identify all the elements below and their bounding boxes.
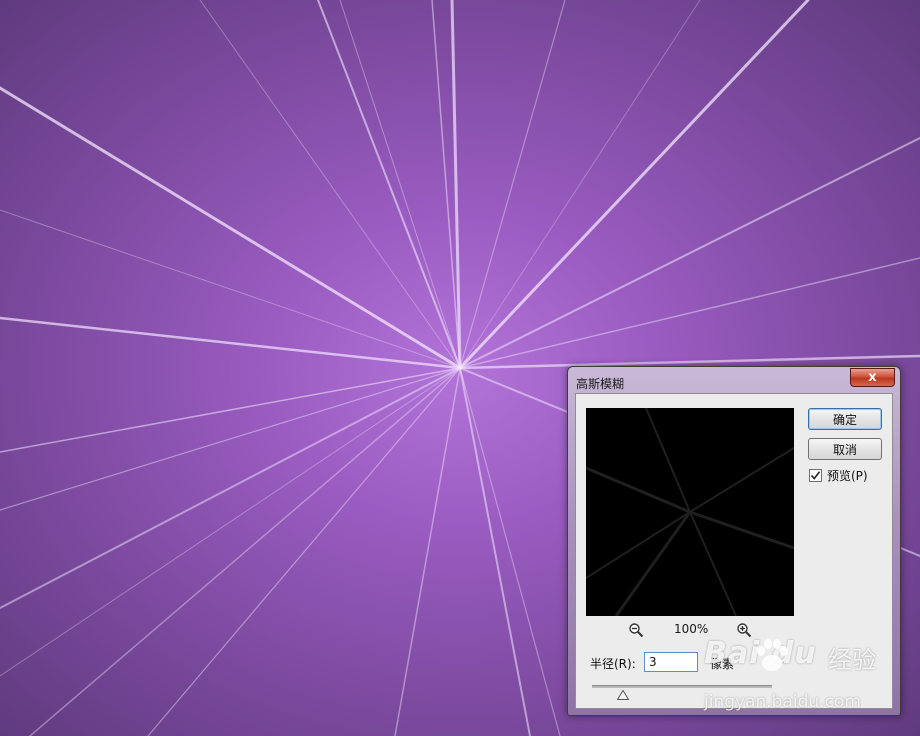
radius-row: 半径(R): 像素 — [590, 652, 880, 674]
radius-label: 半径(R): — [590, 657, 636, 671]
radius-input[interactable] — [644, 652, 698, 672]
zoom-level: 100% — [674, 622, 709, 636]
zoom-out-icon[interactable] — [628, 622, 644, 638]
preview-checkbox[interactable] — [809, 469, 822, 482]
radius-slider-track[interactable] — [592, 685, 772, 688]
dialog-title-bar[interactable]: 高斯模糊 x — [568, 367, 900, 393]
zoom-in-icon[interactable] — [736, 622, 752, 638]
unit-label: 像素 — [710, 657, 735, 671]
gaussian-blur-dialog: 高斯模糊 x 100% 确定 取消 预览(P) 半径(R): 3 像素 — [567, 366, 901, 716]
dialog-body: 100% 确定 取消 预览(P) 半径(R): 像素 — [575, 393, 893, 709]
cancel-button[interactable]: 取消 — [808, 438, 882, 460]
blur-preview-window[interactable] — [586, 408, 794, 616]
close-icon: x — [868, 370, 877, 385]
slider-thumb-icon[interactable] — [616, 690, 629, 700]
zoom-controls: 100% — [586, 620, 794, 640]
preview-label: 预览(P) — [827, 469, 868, 483]
close-button[interactable]: x — [850, 368, 895, 387]
preview-image — [586, 408, 794, 616]
preview-checkbox-row[interactable]: 预览(P) — [809, 467, 868, 484]
ok-button[interactable]: 确定 — [808, 408, 882, 430]
check-icon — [810, 471, 821, 480]
dialog-title: 高斯模糊 — [576, 377, 625, 391]
